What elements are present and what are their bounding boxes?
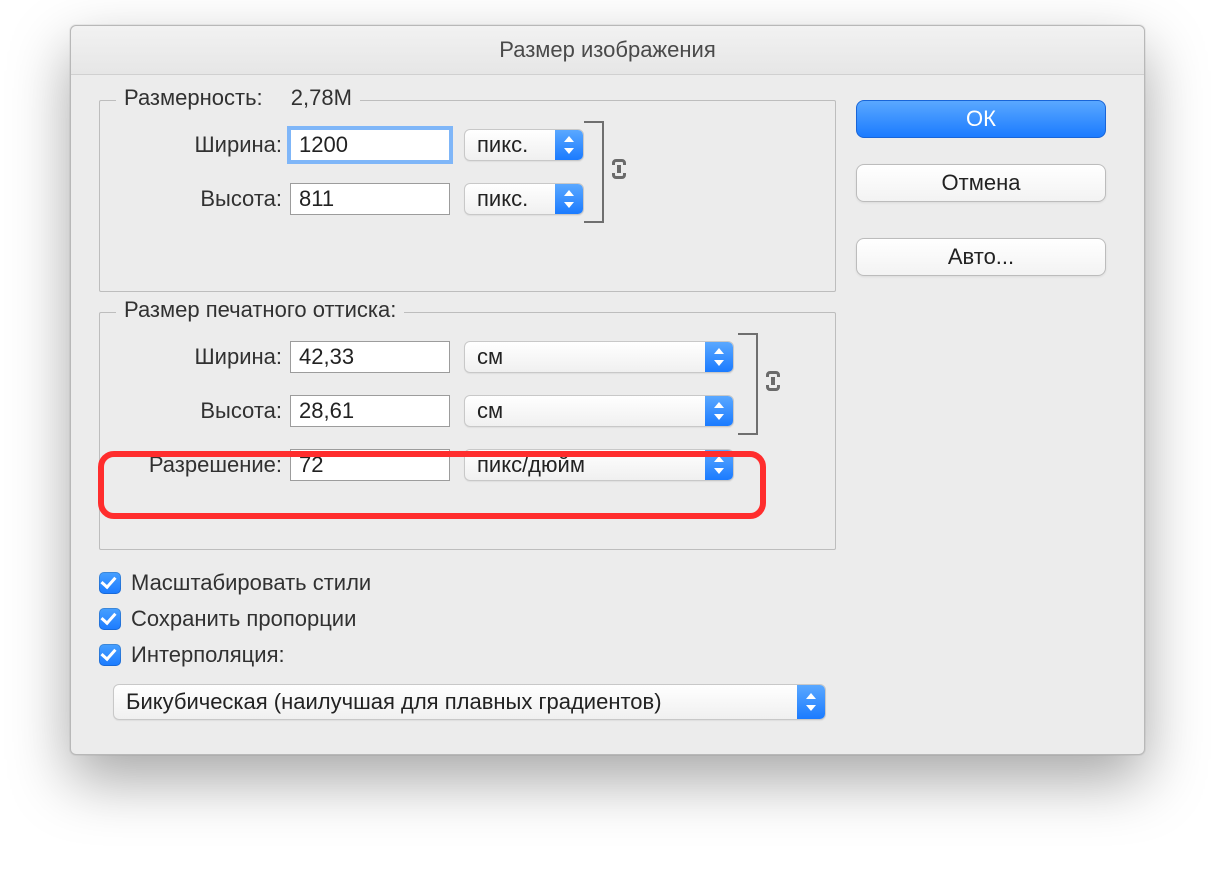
- px-width-input[interactable]: [290, 129, 450, 161]
- auto-button[interactable]: Авто...: [856, 238, 1106, 276]
- ok-button[interactable]: ОК: [856, 100, 1106, 138]
- resolution-unit-popup[interactable]: пикс/дюйм: [464, 449, 734, 481]
- resolution-input[interactable]: [290, 449, 450, 481]
- px-height-label: Высота:: [122, 186, 282, 212]
- resolution-label: Разрешение:: [122, 452, 282, 478]
- constrain-proportions-row[interactable]: Сохранить пропорции: [99, 606, 836, 632]
- doc-height-label: Высота:: [122, 398, 282, 424]
- chevron-up-down-icon: [705, 396, 733, 426]
- doc-width-unit-popup[interactable]: см: [464, 341, 734, 373]
- px-width-label: Ширина:: [122, 132, 282, 158]
- chevron-up-down-icon: [797, 685, 825, 719]
- scale-styles-row[interactable]: Масштабировать стили: [99, 570, 836, 596]
- resolution-unit-text: пикс/дюйм: [465, 450, 705, 480]
- px-height-input[interactable]: [290, 183, 450, 215]
- pixel-dimensions-group: Размерность: 2,78М Ширина: пикс. Высота:: [99, 100, 836, 292]
- link-bracket-icon: [578, 121, 604, 223]
- resample-method-popup[interactable]: Бикубическая (наилучшая для плавных град…: [113, 684, 826, 720]
- resample-label: Интерполяция:: [131, 642, 285, 668]
- px-height-unit-popup[interactable]: пикс.: [464, 183, 584, 215]
- dialog-title: Размер изображения: [71, 26, 1144, 75]
- doc-width-unit-text: см: [465, 342, 705, 372]
- doc-width-label: Ширина:: [122, 344, 282, 370]
- scale-styles-label: Масштабировать стили: [131, 570, 371, 596]
- px-width-unit-text: пикс.: [465, 130, 555, 160]
- link-icon: [764, 370, 782, 398]
- chevron-up-down-icon: [705, 450, 733, 480]
- resample-method-text: Бикубическая (наилучшая для плавных град…: [114, 685, 797, 719]
- link-icon: [610, 158, 628, 186]
- doc-height-input[interactable]: [290, 395, 450, 427]
- checkbox-checked-icon: [99, 644, 121, 666]
- resample-row[interactable]: Интерполяция:: [99, 642, 836, 668]
- chevron-up-down-icon: [705, 342, 733, 372]
- doc-width-input[interactable]: [290, 341, 450, 373]
- link-bracket-icon: [732, 333, 758, 435]
- doc-height-unit-popup[interactable]: см: [464, 395, 734, 427]
- checkbox-checked-icon: [99, 572, 121, 594]
- document-size-group: Размер печатного оттиска: Ширина: см Выс…: [99, 312, 836, 550]
- doc-height-unit-text: см: [465, 396, 705, 426]
- px-width-unit-popup[interactable]: пикс.: [464, 129, 584, 161]
- px-height-unit-text: пикс.: [465, 184, 555, 214]
- cancel-button[interactable]: Отмена: [856, 164, 1106, 202]
- image-size-dialog: Размер изображения Размерность: 2,78М Ши…: [70, 25, 1145, 755]
- checkbox-checked-icon: [99, 608, 121, 630]
- constrain-label: Сохранить пропорции: [131, 606, 356, 632]
